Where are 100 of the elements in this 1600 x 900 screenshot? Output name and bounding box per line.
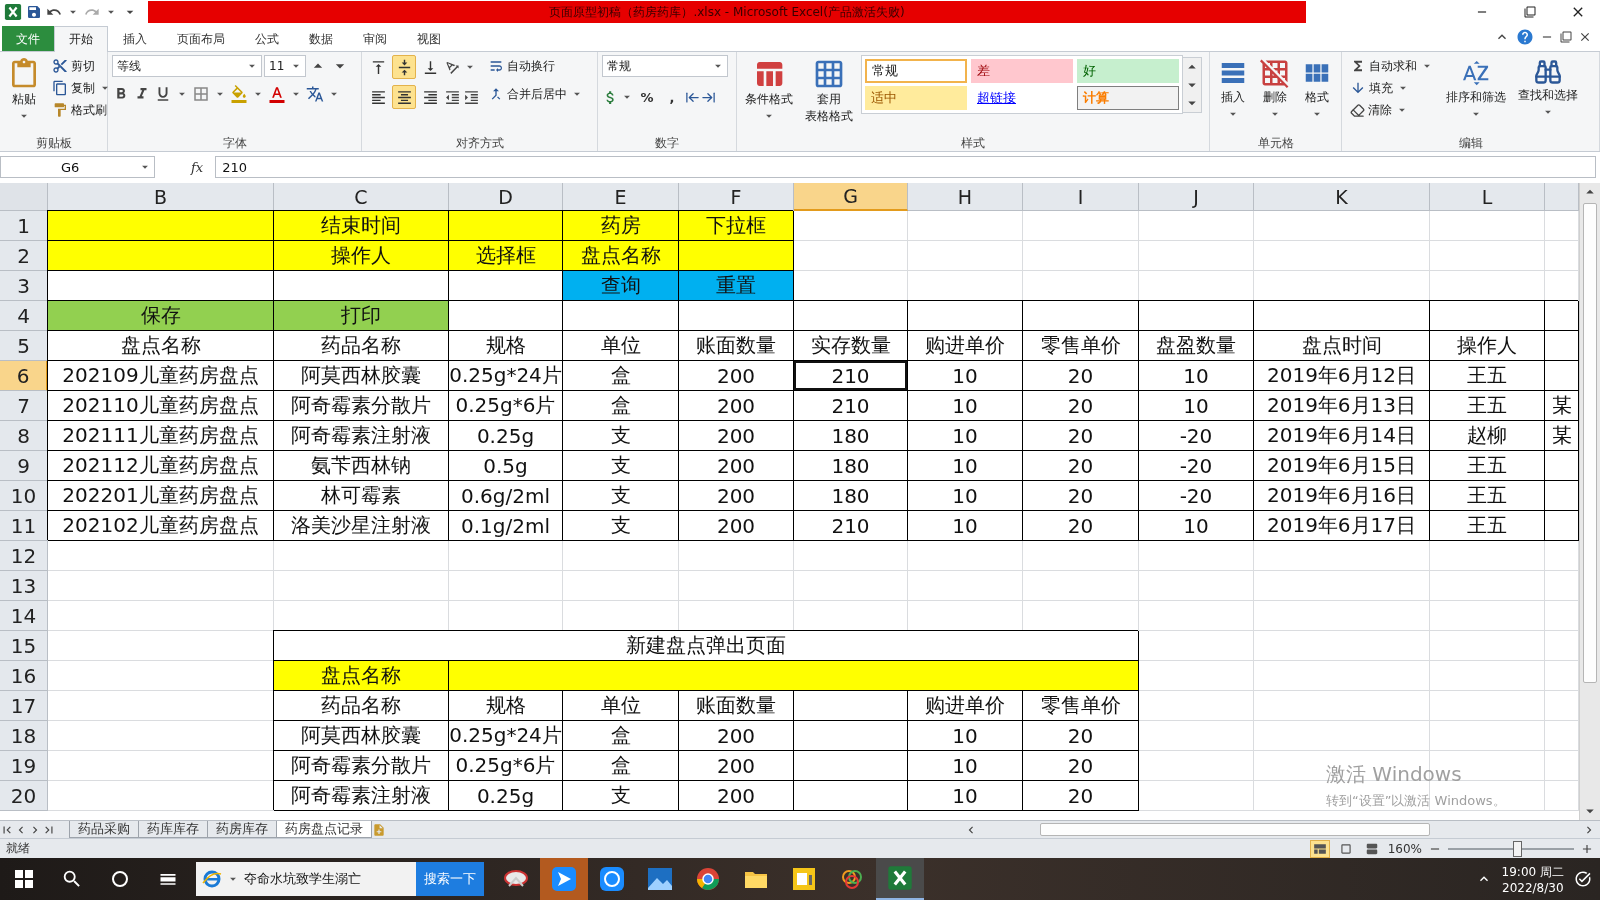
column-header[interactable]: E — [563, 183, 679, 211]
table-cell: 202102儿童药房盘点 — [48, 511, 274, 541]
row-header[interactable]: 14 — [0, 601, 48, 631]
wrap-text-button[interactable]: 自动换行 — [484, 55, 588, 77]
save-icon[interactable] — [26, 4, 42, 20]
borders-icon[interactable] — [192, 85, 210, 103]
search-go-button[interactable]: 搜索一下 — [416, 862, 484, 896]
column-header[interactable]: D — [449, 183, 563, 211]
column-header[interactable]: I — [1023, 183, 1139, 211]
row-header[interactable]: 11 — [0, 511, 48, 541]
row-header[interactable]: 17 — [0, 691, 48, 721]
fill-color-icon[interactable] — [230, 85, 248, 103]
table-cell: 10 — [1139, 391, 1254, 421]
sheet-tab[interactable]: 药库库存 — [138, 821, 208, 838]
column-header[interactable]: B — [48, 183, 274, 211]
ribbon-tab[interactable]: 页面布局 — [162, 26, 240, 51]
row-header[interactable]: 16 — [0, 661, 48, 691]
row-header[interactable]: 5 — [0, 331, 48, 361]
phonetic-icon[interactable] — [306, 85, 324, 103]
ribbon-tab[interactable]: 插入 — [108, 26, 162, 51]
browser-search-field[interactable]: 夺命水坑致学生溺亡 — [196, 862, 416, 896]
row-header[interactable]: 1 — [0, 211, 48, 241]
ribbon-tab[interactable]: 审阅 — [348, 26, 402, 51]
zoom-slider-thumb[interactable] — [1513, 840, 1523, 857]
row-header[interactable]: 13 — [0, 571, 48, 601]
cell-style-option[interactable]: 好 — [1077, 59, 1179, 83]
align-center-icon[interactable] — [392, 85, 416, 109]
clear-button[interactable]: 清除 — [1346, 99, 1438, 121]
cell-style-option[interactable]: 差 — [971, 59, 1073, 83]
row-header[interactable]: 7 — [0, 391, 48, 421]
column-header[interactable]: J — [1139, 183, 1254, 211]
table-cell: 200 — [679, 421, 794, 451]
row-header[interactable]: 6 — [0, 361, 48, 391]
autosum-button[interactable]: 自动求和 — [1346, 55, 1438, 77]
clock[interactable]: 19:00 周二 2022/8/30 — [1501, 863, 1564, 895]
column-header[interactable]: G — [794, 183, 908, 211]
fill-button[interactable]: 填充 — [1346, 77, 1438, 99]
ribbon-tab[interactable]: 开始 — [54, 26, 108, 52]
delete-button[interactable]: 删除 — [1256, 55, 1294, 124]
conditional-format-button[interactable]: 条件格式 — [741, 55, 797, 126]
sheet-tab[interactable]: 药房库存 — [207, 821, 277, 838]
sheet-tab[interactable]: 药品采购 — [69, 821, 139, 838]
table-format-button[interactable]: 套用 表格格式 — [801, 55, 857, 127]
format-painter-button[interactable]: 格式刷 — [48, 99, 116, 121]
comma-button[interactable]: , — [660, 85, 684, 109]
indent-increase-icon[interactable] — [463, 88, 480, 106]
ribbon-tab[interactable]: 视图 — [402, 26, 456, 51]
paste-button[interactable]: 粘贴 — [4, 55, 44, 126]
restore-icon[interactable] — [1560, 31, 1572, 43]
copy-button[interactable]: 复制 — [48, 77, 116, 99]
column-header[interactable]: K — [1254, 183, 1430, 211]
font-size-field[interactable]: 11 — [264, 55, 306, 77]
function-label[interactable]: fx — [191, 159, 204, 175]
format-button[interactable]: 格式 — [1298, 55, 1336, 124]
cell-style-option[interactable]: 超链接 — [971, 86, 1073, 110]
row-header[interactable]: 8 — [0, 421, 48, 451]
presentation-icon — [791, 866, 817, 892]
number-format-field[interactable]: 常规 — [602, 55, 728, 77]
notifications-icon[interactable] — [1574, 870, 1592, 888]
row-header[interactable]: 20 — [0, 781, 48, 811]
column-header[interactable]: F — [679, 183, 794, 211]
column-header[interactable]: C — [274, 183, 449, 211]
help-icon[interactable] — [1516, 28, 1534, 46]
row-header[interactable]: 10 — [0, 481, 48, 511]
find-select-button[interactable]: 查找和选择 — [1514, 55, 1582, 122]
sheet-tab[interactable]: 药房盘点记录 — [276, 821, 372, 838]
formula-field[interactable]: 210 — [215, 156, 1596, 178]
column-header[interactable]: L — [1430, 183, 1545, 211]
taskbar-app[interactable] — [876, 858, 924, 900]
insert-button[interactable]: 插入 — [1214, 55, 1252, 124]
cell-style-option[interactable]: 适中 — [865, 86, 967, 110]
table-cell: 单位 — [563, 331, 679, 361]
row-header[interactable]: 3 — [0, 271, 48, 301]
name-box[interactable]: G6 — [0, 156, 155, 178]
align-middle-icon[interactable] — [392, 55, 416, 79]
cell-style-option[interactable]: 常规 — [865, 59, 967, 83]
row-header[interactable]: 18 — [0, 721, 48, 751]
row-header[interactable]: 12 — [0, 541, 48, 571]
table-cell: 下拉框 — [679, 211, 794, 241]
ribbon-tab[interactable]: 公式 — [240, 26, 294, 51]
ribbon-tab[interactable]: 数据 — [294, 26, 348, 51]
scrollbar-thumb[interactable] — [1583, 203, 1597, 683]
row-header[interactable]: 19 — [0, 751, 48, 781]
close-icon[interactable] — [1578, 30, 1592, 44]
ribbon-tab[interactable]: 文件 — [2, 26, 54, 51]
row-header[interactable]: 4 — [0, 301, 48, 331]
row-header[interactable]: 9 — [0, 451, 48, 481]
grid-view-icon[interactable] — [1309, 839, 1330, 858]
merge-center-button[interactable]: 合并后居中 — [484, 83, 588, 105]
font-name-field[interactable]: 等线 — [112, 55, 262, 77]
font-color-icon[interactable] — [268, 85, 286, 103]
row-header[interactable]: 15 — [0, 631, 48, 661]
scrollbar-thumb[interactable] — [1040, 823, 1430, 836]
row-header[interactable]: 2 — [0, 241, 48, 271]
percent-button[interactable]: % — [635, 85, 659, 109]
sort-filter-button[interactable]: 排序和筛选 — [1442, 55, 1510, 124]
column-header[interactable]: H — [908, 183, 1023, 211]
indent-decrease-icon[interactable] — [444, 88, 461, 106]
table-cell: 重置 — [679, 271, 794, 301]
search-icon — [61, 868, 83, 890]
